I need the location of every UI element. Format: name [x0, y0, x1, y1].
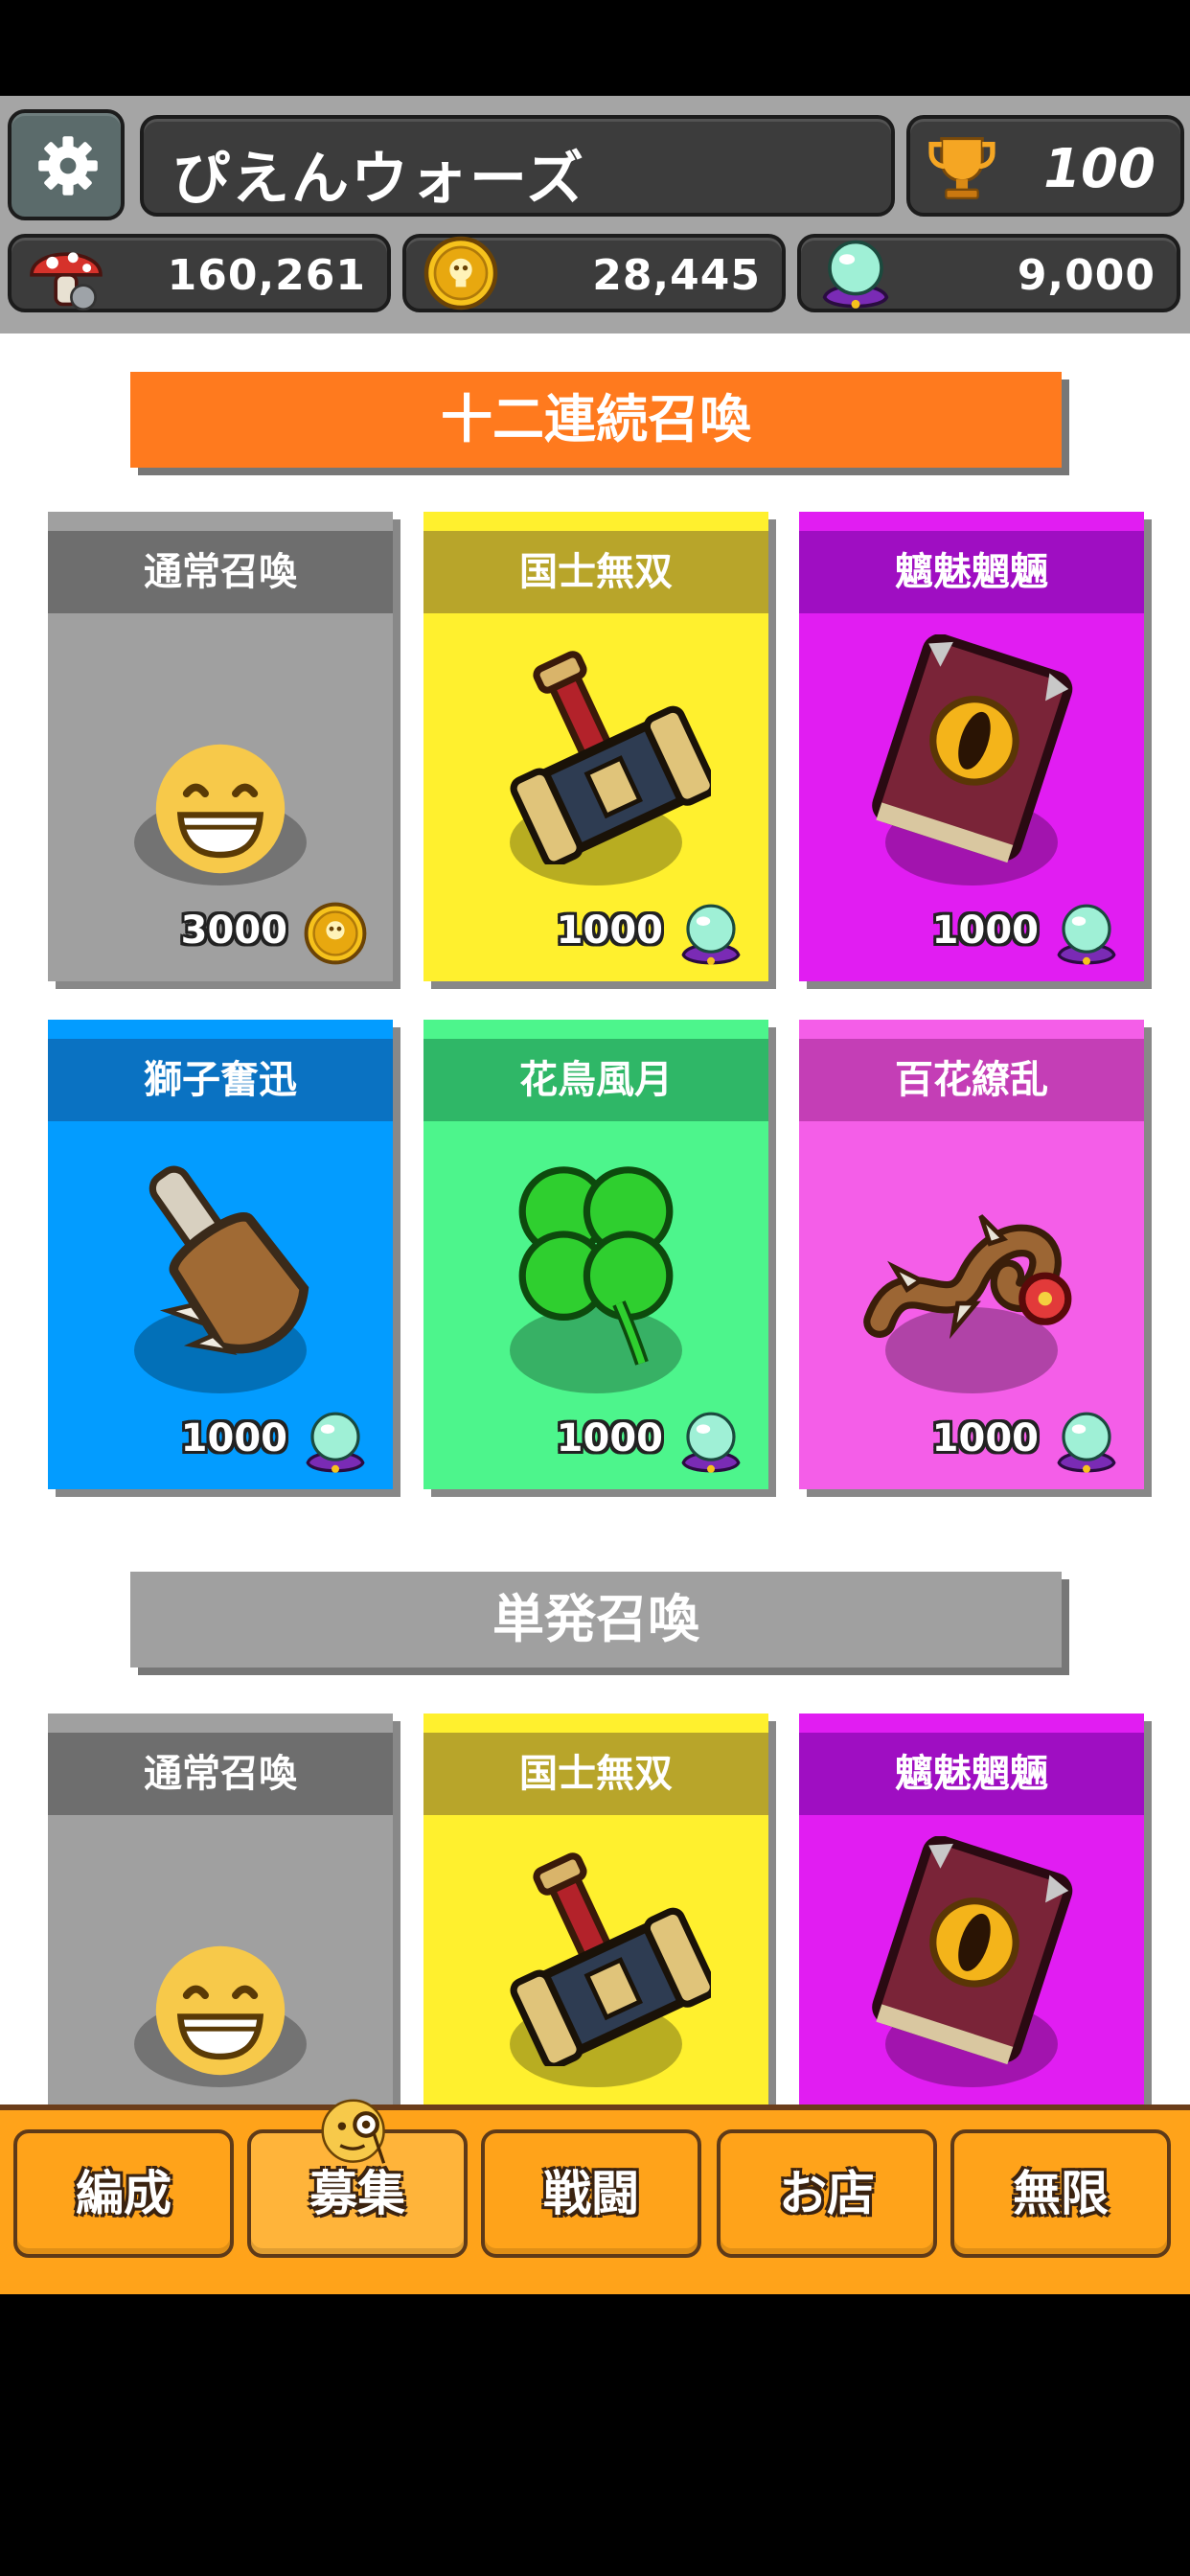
crystal-orb-icon [1048, 895, 1125, 972]
trophy-count: 100 [1043, 138, 1156, 200]
monocle-face-icon [321, 2099, 386, 2164]
multi-summon-card[interactable]: 百花繚乱 1000 [799, 1020, 1144, 1489]
gold-coin-icon [423, 236, 498, 310]
single-summon-banner: 単発召喚 [130, 1572, 1062, 1668]
card-title: 魑魅魍魎 [799, 1733, 1144, 1815]
crystal-orb-icon [673, 1403, 749, 1480]
spellbook-icon [857, 1835, 1087, 2085]
multi-summon-card[interactable]: 獅子奮迅 1000 [48, 1020, 393, 1489]
crystal-orb-icon [1048, 1403, 1125, 1480]
hammer-icon [481, 634, 717, 884]
card-title: 花鳥風月 [423, 1039, 768, 1121]
summon-price: 3000 [180, 908, 287, 953]
mushroom-count: 160,261 [167, 251, 366, 300]
bone-club-icon [105, 1142, 335, 1392]
card-title: 百花繚乱 [799, 1039, 1144, 1121]
multi-summon-card[interactable]: 通常召喚 3000 [48, 512, 393, 981]
bottom-nav: 編成 募集 戦闘 お店 無限 [0, 2099, 1190, 2294]
grin-face-icon [144, 1934, 297, 2087]
game-title-box: ぴえんウォーズ [140, 115, 895, 217]
top-status-bar: ぴえんウォーズ 100 160,261 28,445 9,000 [0, 96, 1190, 334]
card-title: 国士無双 [423, 531, 768, 613]
card-title: 獅子奮迅 [48, 1039, 393, 1121]
mushroom-icon [30, 252, 103, 311]
card-title: 魑魅魍魎 [799, 531, 1144, 613]
summon-price: 1000 [180, 1416, 287, 1460]
summon-price: 1000 [931, 908, 1039, 953]
coin-count: 28,445 [592, 251, 761, 300]
single-summon-card[interactable]: 魑魅魍魎 [799, 1714, 1144, 2104]
crystal-orb-icon [673, 895, 749, 972]
multi-summon-card[interactable]: 花鳥風月 1000 [423, 1020, 768, 1489]
app-screen: ぴえんウォーズ 100 160,261 28,445 9,000 十二連続召喚 … [0, 0, 1190, 2576]
coin-counter: 28,445 [402, 234, 786, 312]
single-summon-card[interactable]: 通常召喚 [48, 1714, 393, 2104]
card-title: 国士無双 [423, 1733, 768, 1815]
gold-coin-icon [297, 895, 374, 972]
summon-price: 1000 [556, 908, 663, 953]
card-title: 通常召喚 [48, 1733, 393, 1815]
crystal-orb-icon [297, 1403, 374, 1480]
summon-content: 十二連続召喚 通常召喚 3000 国士無双 1000 魑魅魍魎 1000 獅子奮迅 1000 花… [0, 334, 1190, 2104]
card-title: 通常召喚 [48, 531, 393, 613]
summon-price: 1000 [931, 1416, 1039, 1460]
trophy-counter: 100 [906, 115, 1184, 217]
multi-summon-card[interactable]: 魑魅魍魎 1000 [799, 512, 1144, 981]
spellbook-icon [857, 633, 1087, 884]
single-summon-card[interactable]: 国士無双 [423, 1714, 768, 2104]
multi-summon-banner: 十二連続召喚 [130, 372, 1062, 468]
nav-endless[interactable]: 無限 [950, 2129, 1171, 2258]
grin-face-icon [144, 732, 297, 886]
crystal-count: 9,000 [1017, 251, 1156, 300]
hammer-icon [481, 1836, 717, 2085]
four-leaf-clover-icon [481, 1142, 711, 1392]
mushroom-counter: 160,261 [8, 234, 391, 312]
gear-icon [38, 136, 98, 196]
multi-summon-card[interactable]: 国士無双 1000 [423, 512, 768, 981]
thorn-vine-icon [857, 1142, 1087, 1392]
nav-formation[interactable]: 編成 [13, 2129, 234, 2258]
nav-battle[interactable]: 戦闘 [481, 2129, 701, 2258]
summon-price: 1000 [556, 1416, 663, 1460]
settings-button[interactable] [8, 109, 125, 220]
crystal-orb-icon [822, 240, 889, 309]
trophy-icon [928, 137, 995, 200]
nav-shop[interactable]: お店 [717, 2129, 937, 2258]
crystal-counter: 9,000 [797, 234, 1180, 312]
game-title: ぴえんウォーズ [172, 146, 585, 213]
